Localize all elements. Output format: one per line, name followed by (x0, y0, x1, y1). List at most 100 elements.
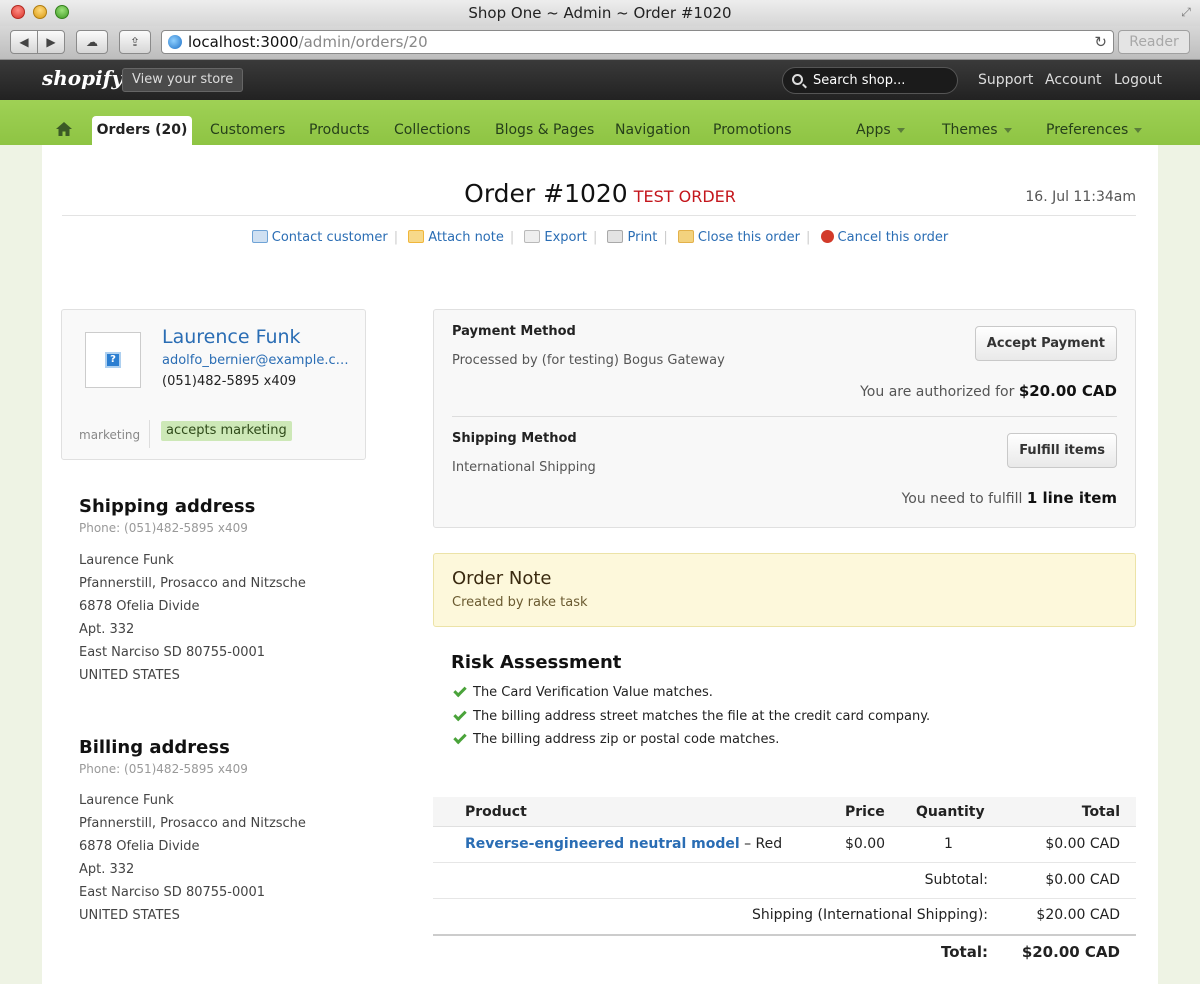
close-order-label: Close this order (697, 230, 800, 245)
fullscreen-icon[interactable]: ⤢ (1178, 4, 1194, 20)
cancel-order-link[interactable]: Cancel this order (820, 230, 948, 245)
payment-method-heading: Payment Method (452, 324, 576, 339)
check-icon (453, 683, 467, 698)
table-row: Reverse-engineered neutral model – Red (465, 836, 782, 852)
print-link[interactable]: Print (607, 230, 657, 245)
product-link[interactable]: Reverse-engineered neutral model (465, 836, 740, 852)
tab-customers[interactable]: Customers (210, 122, 285, 138)
view-store-button[interactable]: View your store (122, 68, 244, 92)
window-titlebar: Shop One ~ Admin ~ Order #1020 ⤢ (0, 0, 1200, 26)
cancel-icon (820, 230, 834, 243)
reader-button[interactable]: Reader (1118, 30, 1190, 54)
logout-link[interactable]: Logout (1114, 72, 1162, 88)
tab-collections[interactable]: Collections (394, 122, 471, 138)
separator: | (509, 230, 515, 245)
attach-note-link[interactable]: Attach note (408, 230, 504, 245)
search-placeholder: Search shop... (813, 73, 906, 88)
close-order-link[interactable]: Close this order (677, 230, 800, 245)
divider (149, 420, 150, 448)
tab-navigation[interactable]: Navigation (615, 122, 691, 138)
missing-image-icon: ? (105, 352, 121, 368)
globe-icon (168, 35, 182, 49)
shipping-line: East Narciso SD 80755-0001 (79, 645, 266, 660)
lock-icon (677, 230, 694, 243)
zoom-window-button[interactable] (55, 5, 69, 19)
fulfill-count: 1 line item (1026, 489, 1117, 507)
search-input[interactable]: Search shop... (782, 67, 958, 94)
authorized-amount: $20.00 CAD (1018, 382, 1117, 400)
export-link[interactable]: Export (524, 230, 587, 245)
risk-assessment-heading: Risk Assessment (451, 652, 622, 673)
order-date: 16. Jul 11:34am (1025, 189, 1136, 205)
customer-email-link[interactable]: adolfo_bernier@example.com (162, 353, 352, 368)
separator: | (663, 230, 668, 245)
divider (433, 898, 1136, 899)
payment-status: You are authorized for $20.00 CAD (860, 382, 1117, 400)
tab-themes[interactable]: Themes (942, 122, 1012, 138)
tab-orders[interactable]: Orders (20) (92, 116, 192, 145)
tab-products[interactable]: Products (309, 122, 369, 138)
payment-shipping-card: Payment Method Processed by (for testing… (433, 309, 1136, 528)
shipping-cost-value: $20.00 CAD (1036, 907, 1120, 923)
address-bar[interactable]: localhost:3000/admin/orders/20 ↻ (161, 30, 1114, 54)
main-nav: Orders (20) Customers Products Collectio… (0, 100, 1200, 145)
shopify-logo[interactable]: shopify (42, 66, 123, 90)
separator: | (592, 230, 598, 245)
order-number: Order #1020 (464, 179, 628, 208)
shipping-method-sub: International Shipping (452, 460, 596, 475)
tab-promotions[interactable]: Promotions (713, 122, 792, 138)
url-host: localhost:3000 (188, 33, 299, 51)
billing-line: Apt. 332 (79, 862, 135, 877)
total-value: $20.00 CAD (1021, 943, 1120, 961)
chevron-down-icon (1134, 127, 1143, 133)
risk-item-text: The billing address zip or postal code m… (473, 732, 780, 747)
billing-address-heading: Billing address (79, 737, 230, 758)
home-icon[interactable] (56, 122, 72, 136)
shipping-cost-label: Shipping (International Shipping): (751, 907, 988, 923)
print-label: Print (627, 230, 658, 245)
contact-customer-link[interactable]: Contact customer (251, 230, 388, 245)
shipping-line: Laurence Funk (79, 553, 174, 568)
row-total: $0.00 CAD (1045, 836, 1120, 852)
reload-icon[interactable]: ↻ (1094, 31, 1107, 53)
page-title: Order #1020 TEST ORDER (42, 179, 1158, 208)
account-link[interactable]: Account (1045, 72, 1102, 88)
tab-preferences[interactable]: Preferences (1046, 122, 1143, 138)
tab-themes-label: Themes (942, 122, 998, 138)
icloud-icon[interactable]: ☁ (76, 30, 108, 54)
accepts-marketing-tag[interactable]: accepts marketing (161, 421, 292, 441)
tab-apps[interactable]: Apps (856, 122, 905, 138)
export-label: Export (544, 230, 587, 245)
url-path: /admin/orders/20 (298, 33, 428, 51)
close-window-button[interactable] (11, 5, 25, 19)
tab-blogs-pages[interactable]: Blogs & Pages (495, 122, 594, 138)
divider (433, 934, 1136, 936)
billing-phone: Phone: (051)482-5895 x409 (79, 762, 248, 776)
contact-customer-label: Contact customer (271, 230, 388, 245)
test-order-badge: TEST ORDER (633, 187, 736, 206)
divider (433, 862, 1136, 863)
fulfillment-status: You need to fulfill 1 line item (902, 489, 1117, 507)
customer-name-link[interactable]: Laurence Funk (162, 326, 301, 348)
risk-item: The Card Verification Value matches. (453, 683, 713, 700)
product-variant: – Red (739, 836, 783, 852)
line-items-header: Product Price Quantity Total (433, 797, 1136, 827)
subtotal-label: Subtotal: (924, 872, 988, 888)
fulfill-items-button[interactable]: Fulfill items (1007, 433, 1117, 468)
minimize-window-button[interactable] (33, 5, 47, 19)
shipping-address-heading: Shipping address (79, 496, 256, 517)
separator: | (806, 230, 811, 245)
back-button[interactable]: ◀ (10, 30, 38, 54)
forward-button[interactable]: ▶ (37, 30, 65, 54)
support-link[interactable]: Support (978, 72, 1033, 88)
check-icon (453, 707, 467, 722)
row-price: $0.00 (845, 836, 886, 852)
shipping-line: 6878 Ofelia Divide (79, 599, 200, 614)
shipping-phone: Phone: (051)482-5895 x409 (79, 521, 248, 535)
col-total: Total (1081, 804, 1120, 820)
share-icon[interactable]: ⇪ (119, 30, 151, 54)
order-note-card: Order Note Created by rake task (433, 553, 1136, 627)
tag-label: marketing (79, 428, 141, 442)
billing-line: 6878 Ofelia Divide (79, 839, 200, 854)
accept-payment-button[interactable]: Accept Payment (974, 326, 1117, 361)
